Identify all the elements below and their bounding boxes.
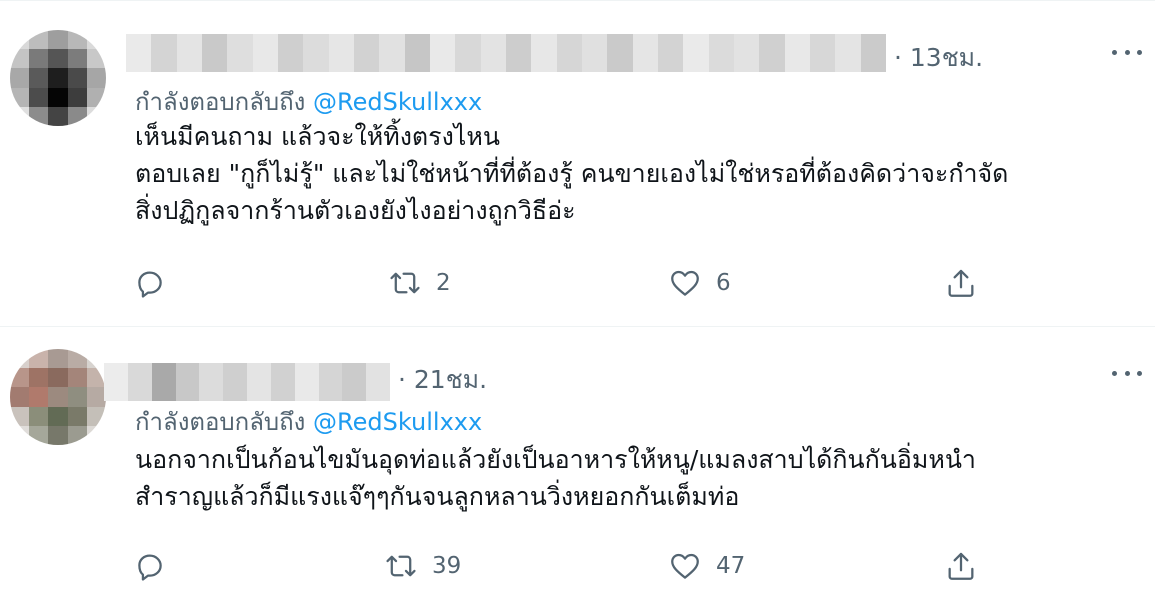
username-blurred[interactable] bbox=[126, 34, 886, 72]
avatar[interactable] bbox=[10, 30, 106, 126]
replying-to: กำลังตอบกลับถึง @RedSkullxxx bbox=[135, 82, 482, 121]
like-button[interactable]: 47 bbox=[668, 546, 745, 586]
heart-icon bbox=[671, 553, 699, 579]
tweet-timestamp[interactable]: · 13ชม. bbox=[894, 38, 983, 78]
tweet-text: เห็นมีคนถาม แล้วจะให้ทิ้งตรงไหน ตอบเลย "… bbox=[135, 118, 1008, 229]
avatar[interactable] bbox=[10, 349, 106, 445]
mention-link[interactable]: @RedSkullxxx bbox=[313, 88, 482, 116]
reply-icon bbox=[138, 554, 162, 581]
retweet-button[interactable]: 39 bbox=[384, 546, 461, 586]
replying-to: กำลังตอบกลับถึง @RedSkullxxx bbox=[135, 402, 482, 441]
tweet-text: นอกจากเป็นก้อนไขมันอุดท่อแล้วยังเป็นอาหา… bbox=[135, 441, 976, 515]
mention-link[interactable]: @RedSkullxxx bbox=[313, 408, 482, 436]
retweet-icon bbox=[390, 272, 420, 294]
retweet-count: 39 bbox=[432, 553, 462, 579]
tweet-text-line: สำราญแล้วก็มีแรงแจ๊ๆๆกันจนลูกหลานวิ่งหยอ… bbox=[135, 482, 740, 511]
tweet[interactable]: · 21ชม. กำลังตอบกลับถึง @RedSkullxxx นอก… bbox=[0, 327, 1155, 602]
retweet-icon bbox=[386, 555, 416, 577]
heart-icon bbox=[671, 270, 699, 296]
replying-to-label: กำลังตอบกลับถึง bbox=[135, 88, 314, 116]
tweet-timestamp[interactable]: · 21ชม. bbox=[398, 360, 487, 400]
share-icon bbox=[948, 269, 974, 297]
tweet-text-line: ตอบเลย "กูก็ไม่รู้" และไม่ใช่หน้าที่ที่ต… bbox=[135, 159, 1009, 188]
more-icon[interactable] bbox=[1112, 367, 1142, 379]
tweet-text-line: เห็นมีคนถาม แล้วจะให้ทิ้งตรงไหน bbox=[135, 122, 500, 151]
like-count: 47 bbox=[716, 553, 746, 579]
retweet-count: 2 bbox=[436, 270, 451, 296]
share-button[interactable] bbox=[944, 263, 978, 303]
reply-button[interactable] bbox=[133, 546, 167, 586]
reply-icon bbox=[138, 271, 162, 298]
like-button[interactable]: 6 bbox=[668, 263, 731, 303]
avatar-pixelated-image bbox=[10, 30, 106, 126]
tweet-text-line: สิ่งปฏิกูลจากร้านตัวเองยังไงอย่างถูกวิธี… bbox=[135, 196, 576, 225]
tweet-text-line: นอกจากเป็นก้อนไขมันอุดท่อแล้วยังเป็นอาหา… bbox=[135, 445, 976, 474]
retweet-button[interactable]: 2 bbox=[388, 263, 451, 303]
replying-to-label: กำลังตอบกลับถึง bbox=[135, 408, 314, 436]
avatar-pixelated-image bbox=[10, 349, 106, 445]
like-count: 6 bbox=[716, 270, 731, 296]
more-icon[interactable] bbox=[1112, 46, 1142, 58]
tweet[interactable]: · 13ชม. กำลังตอบกลับถึง @RedSkullxxx เห็… bbox=[0, 0, 1155, 327]
share-icon bbox=[948, 552, 974, 580]
tweet-actions: 2 6 bbox=[0, 263, 1155, 303]
tweet-actions: 39 47 bbox=[0, 546, 1155, 586]
reply-button[interactable] bbox=[133, 263, 167, 303]
username-blurred[interactable] bbox=[104, 363, 390, 401]
share-button[interactable] bbox=[944, 546, 978, 586]
